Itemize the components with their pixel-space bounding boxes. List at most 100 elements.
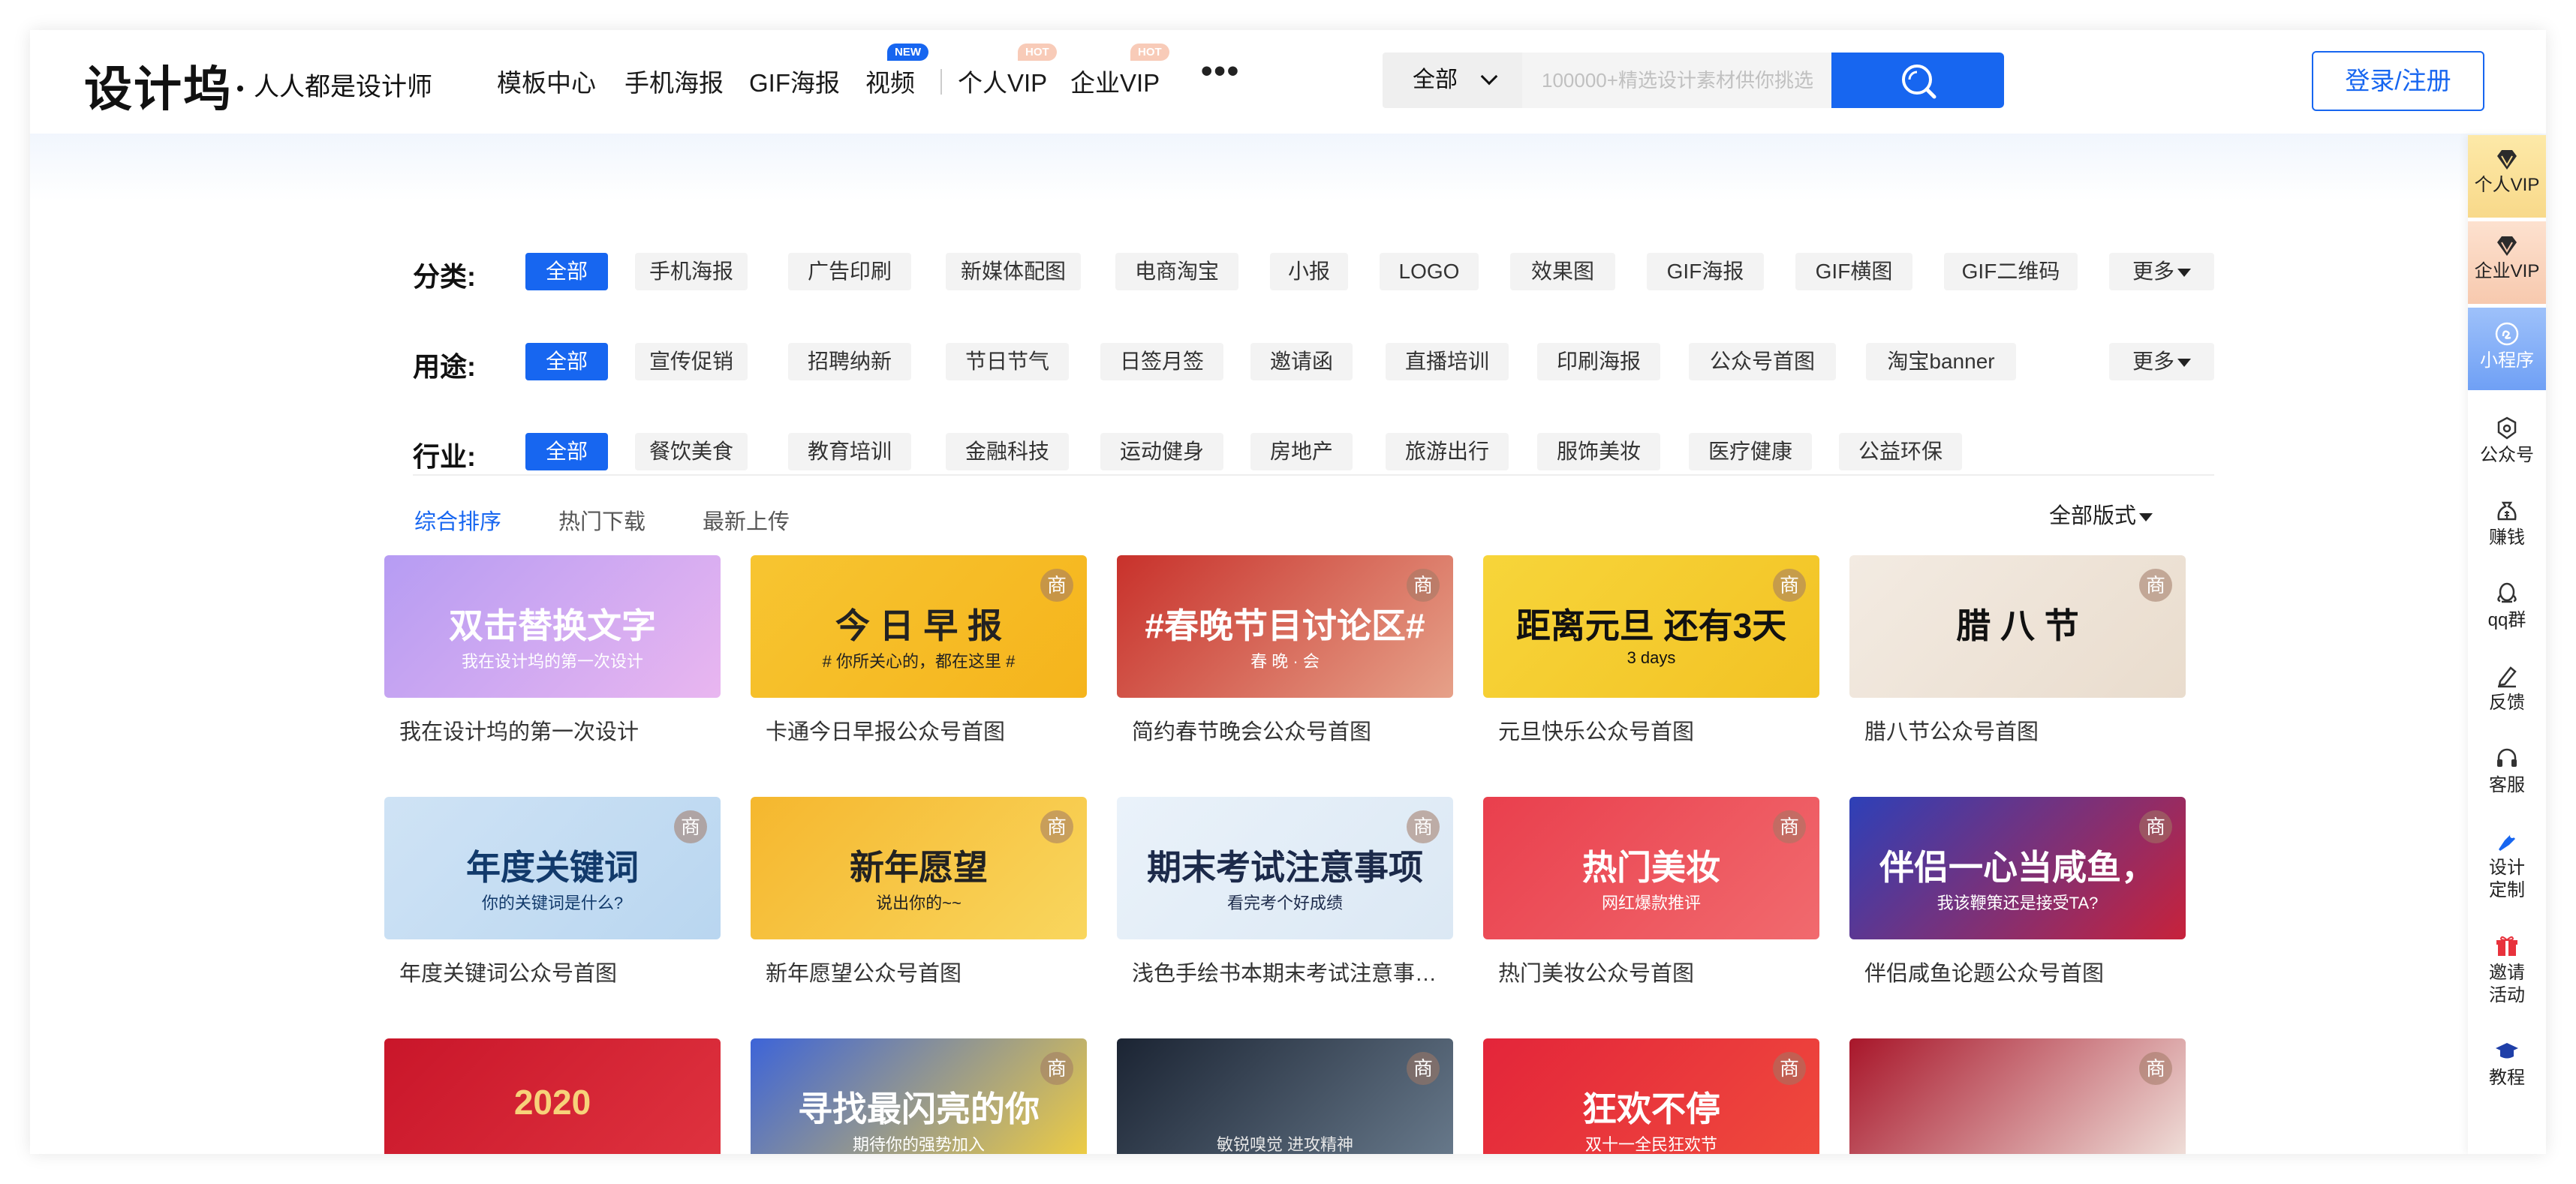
template-title[interactable]: 热门美妆公众号首图: [1483, 956, 1813, 987]
category-chip[interactable]: LOGO: [1380, 253, 1479, 290]
template-thumbnail[interactable]: #春晚节目讨论区# 春 晚 · 会 商: [1117, 555, 1453, 698]
usage-chip[interactable]: 宣传促销: [635, 343, 748, 380]
nav-video[interactable]: 视频: [865, 63, 915, 99]
usage-chip[interactable]: 日签月签: [1100, 343, 1223, 380]
search-button[interactable]: [1831, 53, 2004, 108]
sidebar-earn[interactable]: 赚钱: [2468, 498, 2546, 549]
category-chip[interactable]: GIF海报: [1647, 253, 1764, 290]
template-title[interactable]: 新年愿望公众号首图: [751, 956, 1081, 987]
category-chip[interactable]: 广告印刷: [788, 253, 911, 290]
template-card[interactable]: 距离元旦 还有3天 3 days 商元旦快乐公众号首图: [1483, 555, 1819, 746]
template-title[interactable]: 浅色手绘书本期末考试注意事项公众号首图: [1117, 956, 1447, 987]
nav-template-center[interactable]: 模板中心: [497, 63, 596, 99]
sidebar-official-account[interactable]: 公众号: [2468, 416, 2546, 467]
template-thumbnail[interactable]: 年度关键词 你的关键词是什么? 商: [384, 797, 721, 939]
template-title[interactable]: 简约春节晚会公众号首图: [1117, 714, 1447, 746]
template-card[interactable]: 商: [1849, 1038, 2186, 1154]
industry-chip[interactable]: 公益环保: [1839, 433, 1962, 470]
sidebar-personal-vip[interactable]: 个人VIP: [2468, 135, 2546, 218]
industry-chip[interactable]: 金融科技: [946, 433, 1069, 470]
category-chip[interactable]: 小报: [1270, 253, 1348, 290]
template-thumbnail[interactable]: 双击替换文字 我在设计坞的第一次设计: [384, 555, 721, 698]
sidebar-tutorial[interactable]: 教程: [2468, 1038, 2546, 1089]
sidebar-feedback[interactable]: 反馈: [2468, 663, 2546, 714]
industry-chip[interactable]: 服饰美妆: [1537, 433, 1660, 470]
template-thumbnail[interactable]: 伴侣一心当咸鱼， 我该鞭策还是接受TA? 商: [1849, 797, 2186, 939]
usage-chip[interactable]: 公众号首图: [1689, 343, 1836, 380]
category-chip-all[interactable]: 全部: [525, 253, 608, 290]
template-title[interactable]: 年度关键词公众号首图: [384, 956, 715, 987]
template-card[interactable]: 伴侣一心当咸鱼， 我该鞭策还是接受TA? 商伴侣咸鱼论题公众号首图: [1849, 797, 2186, 987]
template-thumbnail[interactable]: 狂欢不停 双十一全民狂欢节 商: [1483, 1038, 1819, 1154]
sidebar-mini-program[interactable]: 小程序: [2468, 308, 2546, 390]
category-chip[interactable]: 效果图: [1510, 253, 1615, 290]
template-card[interactable]: 年度关键词 你的关键词是什么? 商年度关键词公众号首图: [384, 797, 721, 987]
sort-tab-comprehensive[interactable]: 综合排序: [414, 504, 501, 536]
template-card[interactable]: 双击替换文字 我在设计坞的第一次设计我在设计坞的第一次设计: [384, 555, 721, 746]
industry-chip-all[interactable]: 全部: [525, 433, 608, 470]
template-thumbnail[interactable]: 寻找最闪亮的你 期待你的强势加入 商: [751, 1038, 1087, 1154]
template-thumbnail[interactable]: 新年愿望 说出你的~~ 商: [751, 797, 1087, 939]
template-card[interactable]: 狂欢不停 双十一全民狂欢节 商: [1483, 1038, 1819, 1154]
template-card[interactable]: 腊 八 节 商腊八节公众号首图: [1849, 555, 2186, 746]
nav-enterprise-vip[interactable]: 企业VIP: [1070, 63, 1160, 99]
template-thumbnail[interactable]: 商: [1849, 1038, 2186, 1154]
template-title[interactable]: 腊八节公众号首图: [1849, 714, 2180, 746]
usage-chip-all[interactable]: 全部: [525, 343, 608, 380]
sidebar-custom-design[interactable]: 设计 定制: [2468, 828, 2546, 902]
template-card[interactable]: #春晚节目讨论区# 春 晚 · 会 商简约春节晚会公众号首图: [1117, 555, 1453, 746]
sidebar-invite-activity[interactable]: 邀请 活动: [2468, 933, 2546, 1007]
template-card[interactable]: 期末考试注意事项看完考个好成绩 商浅色手绘书本期末考试注意事项公众号首图: [1117, 797, 1453, 987]
sidebar-enterprise-vip[interactable]: 企业VIP: [2468, 221, 2546, 304]
search-scope-select[interactable]: 全部: [1383, 53, 1522, 108]
more-dots-icon[interactable]: •••: [1201, 53, 1240, 90]
nav-personal-vip[interactable]: 个人VIP: [958, 63, 1047, 99]
sort-tab-latest[interactable]: 最新上传: [703, 504, 790, 536]
template-card[interactable]: 新年愿望 说出你的~~ 商新年愿望公众号首图: [751, 797, 1087, 987]
template-thumbnail[interactable]: 敏锐嗅觉 进攻精神 商: [1117, 1038, 1453, 1154]
usage-chip[interactable]: 节日节气: [946, 343, 1069, 380]
template-title[interactable]: 我在设计坞的第一次设计: [384, 714, 715, 746]
sort-tab-popular[interactable]: 热门下载: [558, 504, 646, 536]
template-thumbnail[interactable]: 今 日 早 报 # 你所关心的，都在这里 # 商: [751, 555, 1087, 698]
sidebar-qq-group[interactable]: qq群: [2468, 581, 2546, 632]
category-more-button[interactable]: 更多: [2109, 253, 2214, 290]
category-chip[interactable]: 电商淘宝: [1115, 253, 1238, 290]
usage-chip[interactable]: 印刷海报: [1537, 343, 1660, 380]
format-select[interactable]: 全部版式: [2049, 498, 2153, 530]
template-card[interactable]: 今 日 早 报 # 你所关心的，都在这里 # 商卡通今日早报公众号首图: [751, 555, 1087, 746]
search-input[interactable]: [1522, 53, 1831, 108]
industry-chip[interactable]: 餐饮美食: [635, 433, 748, 470]
template-title[interactable]: 伴侣咸鱼论题公众号首图: [1849, 956, 2180, 987]
usage-chip[interactable]: 招聘纳新: [788, 343, 911, 380]
industry-chip[interactable]: 教育培训: [788, 433, 911, 470]
category-chip[interactable]: GIF二维码: [1944, 253, 2078, 290]
category-chip[interactable]: 手机海报: [635, 253, 748, 290]
sidebar-customer-service[interactable]: 客服: [2468, 746, 2546, 797]
nav-mobile-poster[interactable]: 手机海报: [624, 63, 724, 99]
template-card[interactable]: 寻找最闪亮的你 期待你的强势加入 商: [751, 1038, 1087, 1154]
usage-chip[interactable]: 邀请函: [1250, 343, 1353, 380]
site-logo[interactable]: 设计坞: [84, 51, 233, 120]
industry-chip[interactable]: 运动健身: [1100, 433, 1223, 470]
category-chip[interactable]: 新媒体配图: [946, 253, 1081, 290]
template-thumbnail[interactable]: 距离元旦 还有3天 3 days 商: [1483, 555, 1819, 698]
usage-more-button[interactable]: 更多: [2109, 343, 2214, 380]
login-register-button[interactable]: 登录/注册: [2312, 51, 2484, 111]
template-card[interactable]: 敏锐嗅觉 进攻精神 商: [1117, 1038, 1453, 1154]
industry-chip[interactable]: 旅游出行: [1386, 433, 1509, 470]
category-chip[interactable]: GIF横图: [1795, 253, 1912, 290]
template-title[interactable]: 卡通今日早报公众号首图: [751, 714, 1081, 746]
template-thumbnail[interactable]: 期末考试注意事项 看完考个好成绩 商: [1117, 797, 1453, 939]
usage-chip[interactable]: 直播培训: [1386, 343, 1509, 380]
template-thumbnail[interactable]: 热门美妆 网红爆款推评 商: [1483, 797, 1819, 939]
template-card[interactable]: 2020: [384, 1038, 721, 1154]
industry-chip[interactable]: 房地产: [1250, 433, 1353, 470]
nav-gif-poster[interactable]: GIF海报: [749, 63, 840, 99]
template-title[interactable]: 元旦快乐公众号首图: [1483, 714, 1813, 746]
usage-chip[interactable]: 淘宝banner: [1866, 343, 2016, 380]
industry-chip[interactable]: 医疗健康: [1689, 433, 1812, 470]
template-card[interactable]: 热门美妆 网红爆款推评 商热门美妆公众号首图: [1483, 797, 1819, 987]
template-thumbnail[interactable]: 腊 八 节 商: [1849, 555, 2186, 698]
template-thumbnail[interactable]: 2020: [384, 1038, 721, 1154]
